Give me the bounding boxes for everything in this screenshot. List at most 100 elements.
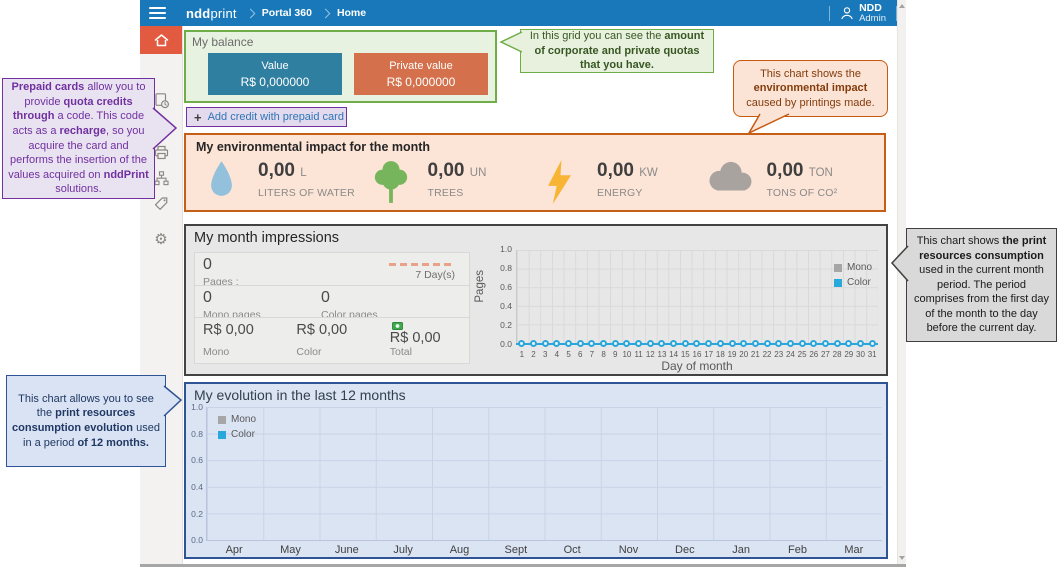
pages-stat: 0 Pages : 7 Day(s) xyxy=(194,252,470,286)
chart-data-points xyxy=(516,340,878,347)
data-point-marker xyxy=(588,340,595,347)
data-point-marker xyxy=(869,340,876,347)
data-point-marker xyxy=(775,340,782,347)
hierarchy-icon xyxy=(153,170,170,187)
y-tick-label: 0.6 xyxy=(500,283,512,292)
day-tick-label: 27 xyxy=(821,350,830,359)
logo-bold: ndd xyxy=(186,6,210,21)
y-tick-label: 0.2 xyxy=(191,510,203,519)
day-tick-label: 28 xyxy=(833,350,842,359)
evolution-chart xyxy=(206,407,882,541)
cloud-icon xyxy=(705,160,755,196)
legend-swatch xyxy=(218,416,226,424)
energy-value: 0,00 xyxy=(597,160,634,181)
y-tick-label: 0.2 xyxy=(500,321,512,330)
data-point-marker xyxy=(729,340,736,347)
y-tick-label: 0.8 xyxy=(500,264,512,273)
user-name: NDD xyxy=(859,3,886,14)
evolution-x-ticks: AprMayJuneJulyAugSeptOctNovDecJanFebMar xyxy=(206,544,882,556)
balance-section: My balance Value R$ 0,000000 Private val… xyxy=(184,30,497,103)
day-tick-label: 25 xyxy=(798,350,807,359)
user-menu[interactable]: NDD Admin xyxy=(830,0,896,26)
mono-cost-value: R$ 0,00 xyxy=(203,322,296,338)
data-point-marker xyxy=(565,340,572,347)
chart-x-ticks: 1234567891011121314151617181920212223242… xyxy=(516,350,878,359)
add-credit-label: Add credit with prepaid card xyxy=(208,111,344,123)
legend-swatch xyxy=(834,279,842,287)
total-cost-label: Total xyxy=(390,346,461,358)
callout-environmental: This chart shows the environmental impac… xyxy=(733,60,888,117)
water-value: 0,00 xyxy=(258,160,295,181)
co2-value: 0,00 xyxy=(767,160,804,181)
printer-icon xyxy=(153,144,170,161)
callout-quota-grid: In this grid you can see the amount of c… xyxy=(520,29,714,73)
y-tick-label: 0.6 xyxy=(191,456,203,465)
data-point-marker xyxy=(647,340,654,347)
user-role: Admin xyxy=(859,14,886,24)
day-tick-label: 18 xyxy=(716,350,725,359)
pages-breakdown-stat: 0 Mono pages 0 Color pages xyxy=(194,285,470,318)
month-tick-label: Nov xyxy=(619,544,639,556)
callout-month-chart: This chart shows the print resources con… xyxy=(906,228,1057,342)
tag-icon xyxy=(153,195,170,212)
breadcrumb-chevron-icon xyxy=(245,8,255,18)
month-tick-label: Feb xyxy=(788,544,807,556)
data-point-marker xyxy=(658,340,665,347)
evolution-y-ticks: 1.00.80.60.40.20.0 xyxy=(188,403,203,545)
water-label: LITERS OF WATER xyxy=(258,187,355,199)
day-tick-label: 8 xyxy=(601,350,605,359)
metric-water: 0,00 L LITERS OF WATER xyxy=(196,160,366,204)
chart-x-axis-label: Day of month xyxy=(516,359,878,373)
value-card-label: Value xyxy=(261,60,288,72)
legend-item: Mono xyxy=(218,414,256,425)
day-tick-label: 19 xyxy=(728,350,737,359)
metric-trees: 0,00 UN TREES xyxy=(366,160,536,204)
y-tick-label: 1.0 xyxy=(191,403,203,412)
hamburger-menu-button[interactable] xyxy=(140,0,174,26)
data-point-marker xyxy=(799,340,806,347)
nddprint-logo: nddprint xyxy=(186,6,237,21)
lightning-icon xyxy=(548,160,573,204)
day-tick-label: 7 xyxy=(590,350,594,359)
month-tick-label: June xyxy=(335,544,359,556)
breadcrumb-home[interactable]: Home xyxy=(337,7,366,19)
legend-item: Color xyxy=(218,429,256,440)
day-tick-label: 22 xyxy=(763,350,772,359)
data-point-marker xyxy=(553,340,560,347)
day-tick-label: 13 xyxy=(658,350,667,359)
day-tick-label: 16 xyxy=(693,350,702,359)
chart-y-ticks: 1.00.80.60.40.20.0 xyxy=(486,245,512,349)
scroll-up-icon[interactable] xyxy=(899,4,905,8)
legend-label: Mono xyxy=(847,262,872,273)
day-tick-label: 17 xyxy=(704,350,713,359)
private-value-card-amount: R$ 0,000000 xyxy=(387,75,456,89)
days-dashed-line xyxy=(389,263,455,266)
breadcrumb-portal360[interactable]: Portal 360 xyxy=(262,7,312,19)
data-point-marker xyxy=(752,340,759,347)
legend-swatch xyxy=(834,264,842,272)
day-tick-label: 6 xyxy=(578,350,582,359)
data-point-marker xyxy=(612,340,619,347)
day-tick-label: 30 xyxy=(856,350,865,359)
trees-unit: UN xyxy=(470,167,487,179)
add-credit-button[interactable]: + Add credit with prepaid card xyxy=(186,107,347,127)
color-pages-value: 0 xyxy=(321,289,439,307)
day-tick-label: 4 xyxy=(555,350,559,359)
day-tick-label: 21 xyxy=(751,350,760,359)
day-tick-label: 14 xyxy=(669,350,678,359)
day-tick-label: 10 xyxy=(622,350,631,359)
vertical-scrollbar[interactable] xyxy=(897,0,906,564)
day-tick-label: 23 xyxy=(774,350,783,359)
data-point-marker xyxy=(717,340,724,347)
scroll-down-icon[interactable] xyxy=(899,556,905,560)
month-tick-label: Mar xyxy=(844,544,863,556)
day-tick-label: 20 xyxy=(739,350,748,359)
water-unit: L xyxy=(300,167,306,179)
sidebar-item-home[interactable] xyxy=(140,26,182,54)
data-point-marker xyxy=(810,340,817,347)
day-tick-label: 9 xyxy=(613,350,617,359)
data-point-marker xyxy=(740,340,747,347)
window-bottom-edge xyxy=(140,564,906,567)
sidebar-item-settings[interactable]: ⚙ xyxy=(140,226,182,252)
evolution-legend: Mono Color xyxy=(218,414,256,440)
